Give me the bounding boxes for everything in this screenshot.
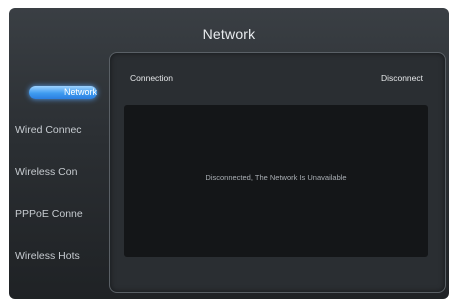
network-settings-screen: Network Network Wired Connec Wireless Co… [9,8,449,299]
connection-status: Disconnect [380,73,423,83]
sidebar-item-network[interactable]: Network [29,86,97,99]
panel-header: Connection Disconnect [130,73,423,85]
status-message: Disconnected, The Network Is Unavailable [205,173,347,182]
connection-details-box: Disconnected, The Network Is Unavailable [124,105,428,257]
sidebar-item-wired-connection[interactable]: Wired Connec [15,120,99,140]
connection-label: Connection [130,73,174,83]
sidebar-item-wireless-connection[interactable]: Wireless Con [15,162,99,182]
sidebar-item-pppoe-connection[interactable]: PPPoE Conne [15,204,99,224]
connection-panel: Connection Disconnect Disconnected, The … [109,52,446,293]
sidebar-item-wireless-hotspot[interactable]: Wireless Hots [15,246,99,266]
page-title: Network [202,26,256,42]
